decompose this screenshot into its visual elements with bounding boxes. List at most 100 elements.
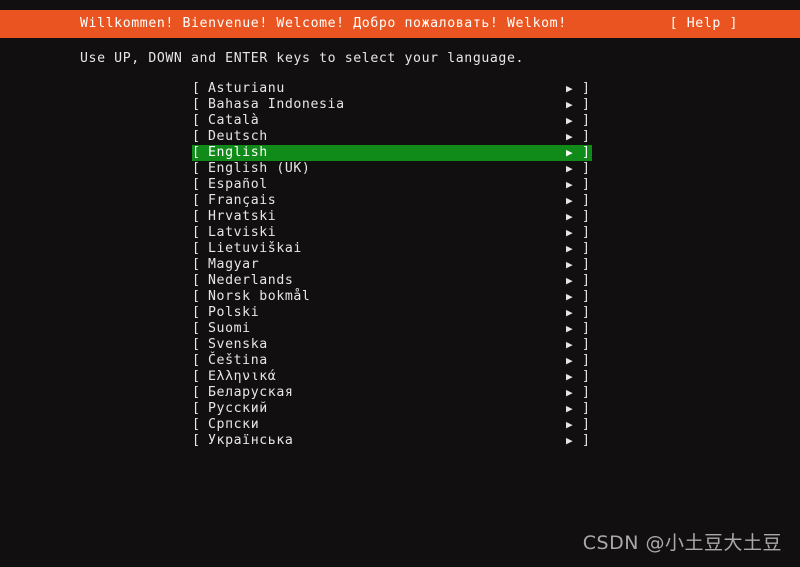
- language-list-item[interactable]: [ Беларуская ▶]: [192, 385, 592, 401]
- bracket-right: ]: [582, 417, 591, 432]
- language-list-item[interactable]: [Čeština ▶]: [192, 353, 592, 369]
- welcome-greeting: Willkommen! Bienvenue! Welcome! Добро по…: [80, 16, 567, 31]
- bracket-left: [: [192, 417, 201, 432]
- chevron-right-icon: ▶: [566, 338, 574, 351]
- bracket-right: ]: [582, 433, 591, 448]
- chevron-right-icon: ▶: [566, 146, 574, 159]
- bracket-right: ]: [582, 225, 591, 240]
- language-item-label: Bahasa Indonesia: [208, 97, 345, 112]
- language-list-item[interactable]: [ Latviski ▶]: [192, 225, 592, 241]
- chevron-right-icon: ▶: [566, 306, 574, 319]
- chevron-right-icon: ▶: [566, 370, 574, 383]
- bracket-left: [: [192, 145, 201, 160]
- language-item-label: Español: [208, 177, 268, 192]
- bracket-right: ]: [582, 337, 591, 352]
- chevron-right-icon: ▶: [566, 194, 574, 207]
- language-list-item[interactable]: [Suomi ▶]: [192, 321, 592, 337]
- language-list-item[interactable]: [ Français ▶]: [192, 193, 592, 209]
- language-item-label: Asturianu: [208, 81, 285, 96]
- language-item-label: Latviski: [208, 225, 277, 240]
- chevron-right-icon: ▶: [566, 98, 574, 111]
- language-list-item[interactable]: [Nederlands ▶]: [192, 273, 592, 289]
- language-list-item[interactable]: [Lietuviškai ▶]: [192, 241, 592, 257]
- bracket-left: [: [192, 161, 201, 176]
- language-list-item[interactable]: [Српски ▶]: [192, 417, 592, 433]
- instruction-text: Use UP, DOWN and ENTER keys to select yo…: [80, 51, 525, 66]
- bracket-right: ]: [582, 257, 591, 272]
- chevron-right-icon: ▶: [566, 290, 574, 303]
- language-list-item[interactable]: [ Polski ▶]: [192, 305, 592, 321]
- installer-screen: Willkommen! Bienvenue! Welcome! Добро по…: [0, 0, 800, 567]
- language-item-label: Polski: [208, 305, 260, 320]
- chevron-right-icon: ▶: [566, 402, 574, 415]
- language-item-label: Nederlands: [208, 273, 294, 288]
- language-list-item[interactable]: [ Svenska ▶]: [192, 337, 592, 353]
- bracket-left: [: [192, 337, 201, 352]
- bracket-left: [: [192, 401, 201, 416]
- language-item-label: Українська: [208, 433, 294, 448]
- language-list-item[interactable]: [ Deutsch ▶]: [192, 129, 592, 145]
- language-list-item[interactable]: [ Hrvatski ▶]: [192, 209, 592, 225]
- bracket-right: ]: [582, 81, 591, 96]
- bracket-left: [: [192, 369, 201, 384]
- bracket-left: [: [192, 193, 201, 208]
- chevron-right-icon: ▶: [566, 434, 574, 447]
- language-list-item[interactable]: [English (UK) ▶]: [192, 161, 592, 177]
- language-list-item[interactable]: [ Español ▶]: [192, 177, 592, 193]
- bracket-left: [: [192, 177, 201, 192]
- language-list-item[interactable]: [Català ▶]: [192, 113, 592, 129]
- bracket-right: ]: [582, 113, 591, 128]
- chevron-right-icon: ▶: [566, 242, 574, 255]
- bracket-right: ]: [582, 385, 591, 400]
- language-item-label: Lietuviškai: [208, 241, 302, 256]
- chevron-right-icon: ▶: [566, 418, 574, 431]
- help-button[interactable]: [ Help ]: [670, 10, 738, 38]
- bracket-right: ]: [582, 145, 591, 160]
- bracket-left: [: [192, 433, 201, 448]
- bracket-right: ]: [582, 129, 591, 144]
- language-item-label: Deutsch: [208, 129, 268, 144]
- language-list-item[interactable]: [ Bahasa Indonesia ▶]: [192, 97, 592, 113]
- watermark: CSDN @小土豆大土豆: [582, 532, 782, 554]
- chevron-right-icon: ▶: [566, 210, 574, 223]
- chevron-right-icon: ▶: [566, 82, 574, 95]
- bracket-right: ]: [582, 209, 591, 224]
- language-list-item[interactable]: [English ▶]: [192, 145, 592, 161]
- chevron-right-icon: ▶: [566, 386, 574, 399]
- chevron-right-icon: ▶: [566, 130, 574, 143]
- chevron-right-icon: ▶: [566, 226, 574, 239]
- language-item-label: Ελληνικά: [208, 369, 277, 384]
- bracket-right: ]: [582, 193, 591, 208]
- bracket-left: [: [192, 129, 201, 144]
- language-item-label: Беларуская: [208, 385, 294, 400]
- bracket-right: ]: [582, 401, 591, 416]
- bracket-left: [: [192, 225, 201, 240]
- bracket-left: [: [192, 97, 201, 112]
- bracket-right: ]: [582, 161, 591, 176]
- language-list-item[interactable]: [Asturianu ▶]: [192, 81, 592, 97]
- bracket-left: [: [192, 273, 201, 288]
- language-item-label: Hrvatski: [208, 209, 277, 224]
- language-item-label: Suomi: [208, 321, 251, 336]
- bracket-right: ]: [582, 369, 591, 384]
- language-item-label: Svenska: [208, 337, 268, 352]
- language-list-item[interactable]: [ Українська ▶]: [192, 433, 592, 449]
- bracket-left: [: [192, 385, 201, 400]
- bracket-right: ]: [582, 273, 591, 288]
- bracket-left: [: [192, 209, 201, 224]
- language-list-item[interactable]: [ Ελληνικά ▶]: [192, 369, 592, 385]
- language-item-label: Français: [208, 193, 277, 208]
- language-list-item[interactable]: [Русский ▶]: [192, 401, 592, 417]
- bracket-left: [: [192, 305, 201, 320]
- bracket-right: ]: [582, 177, 591, 192]
- language-item-label: Català: [208, 113, 260, 128]
- bracket-left: [: [192, 241, 201, 256]
- bracket-right: ]: [582, 305, 591, 320]
- chevron-right-icon: ▶: [566, 354, 574, 367]
- header-bar: Willkommen! Bienvenue! Welcome! Добро по…: [0, 10, 800, 38]
- bracket-left: [: [192, 321, 201, 336]
- language-list-item[interactable]: [Norsk bokmål ▶]: [192, 289, 592, 305]
- chevron-right-icon: ▶: [566, 178, 574, 191]
- bracket-right: ]: [582, 97, 591, 112]
- language-list-item[interactable]: [Magyar ▶]: [192, 257, 592, 273]
